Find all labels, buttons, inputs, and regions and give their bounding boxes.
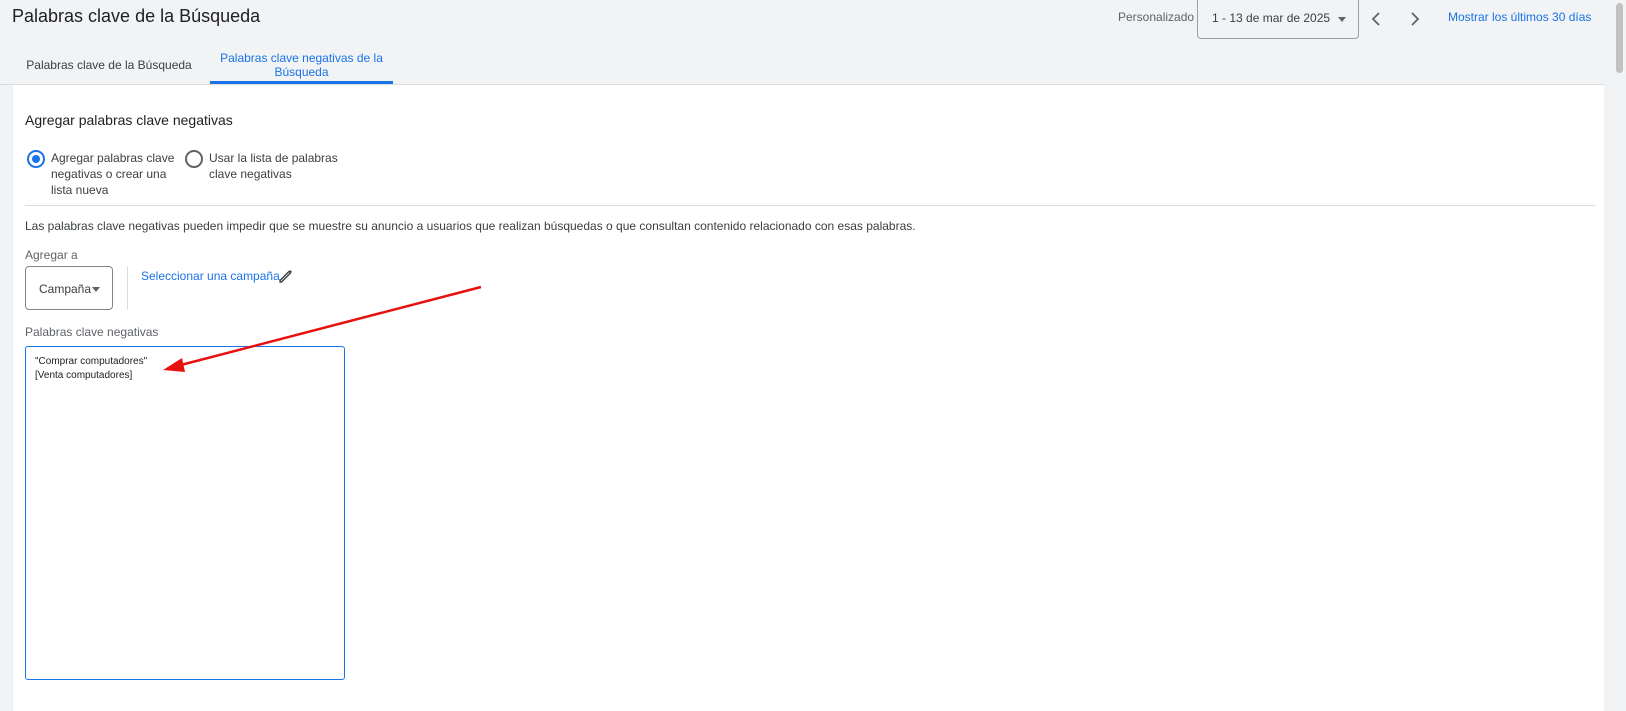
- radio-label-use-list[interactable]: Usar la lista de palabras clave negativa…: [209, 150, 339, 182]
- date-range-select[interactable]: 1 - 13 de mar de 2025: [1197, 0, 1359, 39]
- add-to-label: Agregar a: [25, 248, 78, 262]
- section-divider: [25, 205, 1595, 206]
- radio-unselected-icon[interactable]: [185, 150, 203, 168]
- next-period-button[interactable]: [1404, 8, 1426, 30]
- vertical-separator: [127, 266, 128, 310]
- show-last-30-days-link[interactable]: Mostrar los últimos 30 días: [1448, 10, 1591, 24]
- radio-selected-icon[interactable]: [27, 150, 45, 168]
- negative-keywords-label: Palabras clave negativas: [25, 325, 159, 339]
- date-mode-label: Personalizado: [1118, 10, 1195, 24]
- info-text: Las palabras clave negativas pueden impe…: [25, 219, 916, 233]
- dropdown-caret-icon: [92, 287, 100, 292]
- keyword-line: "Comprar computadores": [35, 356, 148, 367]
- radio-label-new-list[interactable]: Agregar palabras clave negativas o crear…: [51, 150, 181, 198]
- scroll-thumb[interactable]: [1616, 3, 1623, 73]
- dropdown-caret-icon: [1338, 17, 1346, 22]
- tab-search-keywords[interactable]: Palabras clave de la Búsqueda: [14, 58, 204, 72]
- chevron-left-icon: [1371, 12, 1380, 26]
- date-range-value: 1 - 13 de mar de 2025: [1212, 11, 1331, 25]
- page-scrollbar[interactable]: [1613, 0, 1626, 711]
- select-campaign-link[interactable]: Seleccionar una campaña: [141, 269, 280, 283]
- negative-keywords-textarea[interactable]: "Comprar computadores" [Venta computador…: [25, 346, 345, 680]
- section-title: Agregar palabras clave negativas: [25, 112, 233, 128]
- pencil-icon: [279, 270, 292, 283]
- chevron-right-icon: [1411, 12, 1420, 26]
- tab-negative-search-keywords[interactable]: Palabras clave negativas de la Búsqueda: [210, 51, 393, 79]
- add-to-select[interactable]: Campaña: [25, 266, 113, 310]
- page-title: Palabras clave de la Búsqueda: [12, 6, 261, 26]
- previous-period-button[interactable]: [1365, 8, 1387, 30]
- add-to-value: Campaña: [39, 282, 92, 296]
- keyword-line: [Venta computadores]: [35, 370, 133, 381]
- negative-keywords-card: Agregar palabras clave negativas Agregar…: [12, 85, 1604, 711]
- edit-campaign-button[interactable]: [277, 267, 295, 285]
